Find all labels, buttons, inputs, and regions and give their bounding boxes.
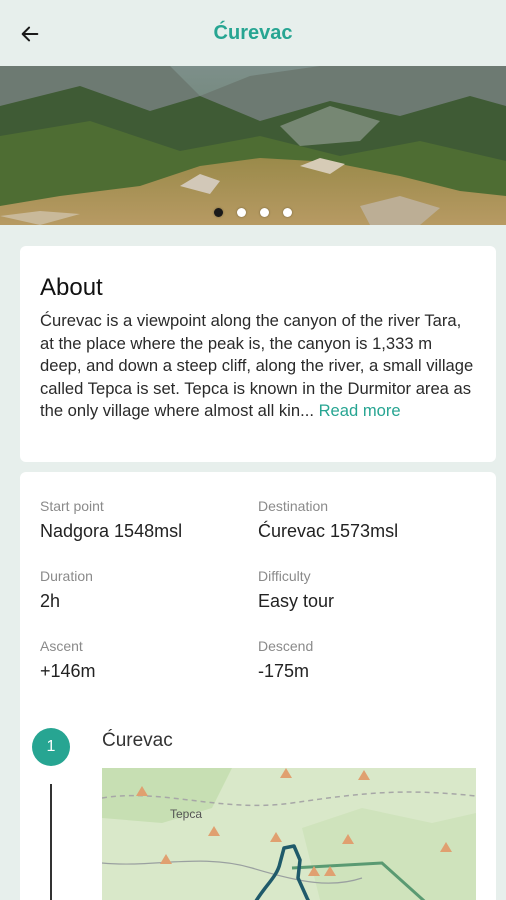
difficulty-value: Easy tour [258, 591, 335, 611]
duration-value: 2h [40, 591, 61, 611]
page-title: Ćurevac [213, 22, 293, 44]
route-step-number: 1 [32, 728, 70, 766]
start-point-label: Start point [40, 498, 104, 514]
ascent-value: +146m [40, 661, 96, 681]
tour-details-card: Start point Nadgora 1548msl Destination … [20, 472, 496, 900]
map-label-tepca: Tepca [170, 807, 202, 821]
about-card: About Ćurevac is a viewpoint along the c… [20, 246, 496, 462]
destination-info: Destination Ćurevac 1573msl [258, 498, 468, 542]
route-map-graphic: Tepca [102, 768, 476, 900]
start-point-value: Nadgora 1548msl [40, 521, 183, 541]
gallery-pagination [0, 208, 506, 217]
gallery-dot[interactable] [237, 208, 246, 217]
about-description: Ćurevac is a viewpoint along the canyon … [40, 310, 476, 423]
ascent-label: Ascent [40, 638, 83, 654]
route-step-name[interactable]: Ćurevac [102, 730, 173, 752]
descend-info: Descend -175m [258, 638, 468, 682]
photo-gallery[interactable] [0, 66, 506, 225]
read-more-link[interactable]: Read more [319, 401, 401, 420]
route-map[interactable]: Tepca [102, 768, 476, 900]
difficulty-info: Difficulty Easy tour [258, 568, 468, 612]
route-timeline-line [50, 784, 52, 900]
start-point-info: Start point Nadgora 1548msl [40, 498, 250, 542]
duration-info: Duration 2h [40, 568, 250, 612]
app-bar: Ćurevac [0, 0, 506, 66]
ascent-info: Ascent +146m [40, 638, 250, 682]
gallery-dot[interactable] [283, 208, 292, 217]
gallery-dot[interactable] [214, 208, 223, 217]
gallery-dot[interactable] [260, 208, 269, 217]
about-title: About [40, 274, 103, 301]
descend-value: -175m [258, 661, 310, 681]
destination-value: Ćurevac 1573msl [258, 521, 399, 541]
difficulty-label: Difficulty [258, 568, 311, 584]
duration-label: Duration [40, 568, 93, 584]
destination-label: Destination [258, 498, 329, 514]
descend-label: Descend [258, 638, 314, 654]
about-text: Ćurevac is a viewpoint along the canyon … [40, 311, 474, 420]
mountain-landscape-photo [0, 66, 506, 225]
